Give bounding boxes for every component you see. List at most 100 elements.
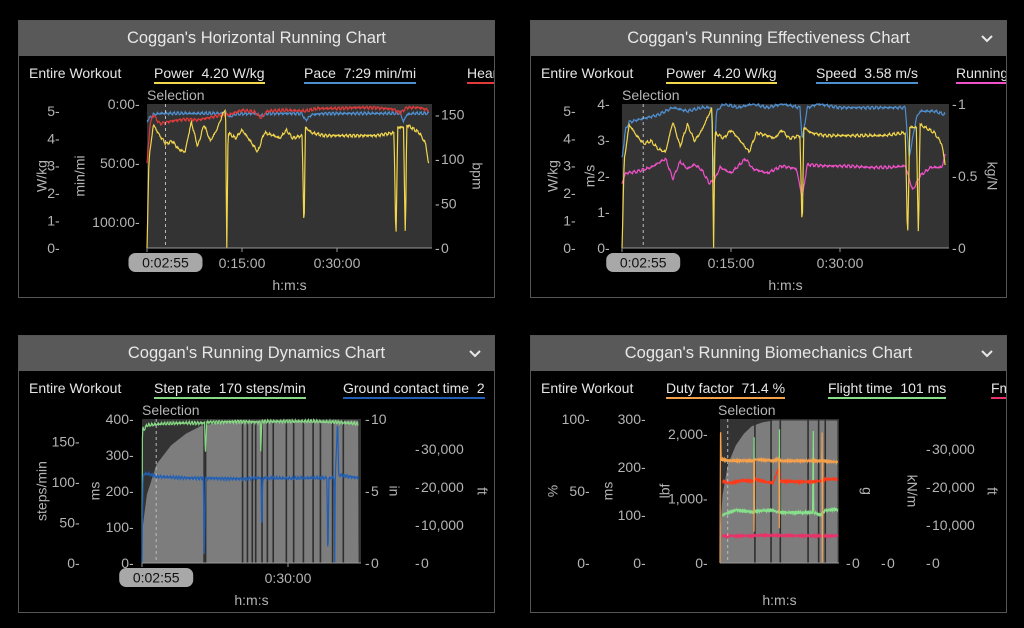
y-tick-label: 300	[618, 411, 642, 427]
chart-title: Coggan's Running Effectiveness Chart	[627, 29, 910, 47]
y-axis-title: kg/N	[984, 162, 1000, 191]
chart-svg: 0 -1 -2 -3 -4 -5 -W/kg0 -1 -2 -3 -4 -m/s- 0- 0.5- 1kg/…	[545, 87, 1001, 293]
y-tick-label: 1	[958, 96, 966, 112]
tick-mark: -	[641, 555, 646, 571]
legend-item[interactable]: Pace 7:29 min/mi	[304, 65, 417, 84]
y-tick-label: 0	[563, 240, 571, 256]
legend-item[interactable]: Running Effectiveness	[956, 65, 1006, 84]
y-tick-label: 0	[421, 555, 429, 571]
tick-mark: -	[703, 555, 708, 571]
chart-header: Coggan's Running Effectiveness Chart	[531, 21, 1006, 56]
pause-band	[342, 419, 345, 563]
legend-item[interactable]: Flight time 101 ms	[828, 380, 947, 399]
selection-label: Selection	[718, 402, 776, 418]
y-axis-title: in	[386, 486, 402, 497]
cursor-time-label: 0:02:55	[142, 255, 189, 271]
range-selector[interactable]: Entire Workout	[29, 65, 121, 84]
y-tick-label: 200	[106, 483, 130, 499]
y-tick-label: 50	[59, 515, 75, 531]
x-tick-label: 0:15:00	[219, 255, 266, 271]
y-axis-title: ft	[984, 487, 1000, 495]
y-tick-label: 50	[441, 196, 457, 212]
chart-svg: 0 -1 -2 -3 -4 -5 -W/kg0:00 -50:00 -100:00 -min/mi…	[34, 87, 486, 293]
y-tick-label: 10,000	[932, 517, 975, 533]
tick-mark: -	[585, 483, 590, 499]
tick-mark: -	[129, 447, 134, 463]
y-tick-label: 1	[47, 213, 55, 229]
chevron-down-icon[interactable]	[978, 336, 996, 371]
pause-band	[302, 419, 305, 563]
x-tick-label: 0:30:00	[265, 570, 312, 586]
y-axis-title: g	[859, 487, 875, 495]
x-tick-label: 0:15:00	[708, 255, 755, 271]
x-axis-title: h:m:s	[762, 592, 796, 608]
y-tick-label: 0	[47, 240, 55, 256]
tick-mark: -	[415, 555, 420, 571]
legend: Entire Workout Power 4.20 W/kg Pace 7:29 m…	[19, 65, 494, 87]
pause-band	[331, 419, 334, 563]
legend-item[interactable]: Speed 3.58 m/s	[816, 65, 918, 84]
x-tick-label: 0:30:00	[817, 255, 864, 271]
pause-band	[312, 419, 314, 563]
pause-band	[319, 419, 322, 563]
tick-mark: -	[703, 491, 708, 507]
y-tick-label: 5	[371, 483, 379, 499]
y-tick-label: 20,000	[932, 479, 975, 495]
range-selector[interactable]: Entire Workout	[29, 380, 121, 399]
tick-mark: -	[75, 515, 80, 531]
selection-label: Selection	[622, 87, 680, 103]
chart-title: Coggan's Horizontal Running Chart	[126, 29, 387, 47]
y-tick-label: 0	[597, 240, 605, 256]
legend-item[interactable]: Heart Rate	[467, 65, 494, 84]
y-tick-label: 3	[597, 132, 605, 148]
plot-area[interactable]	[147, 104, 432, 248]
legend-item[interactable]: Duty factor 71.4 %	[666, 380, 786, 399]
tick-mark: -	[571, 103, 576, 119]
y-axis-title: kN/m	[904, 475, 920, 508]
y-tick-label: 100:00	[92, 214, 135, 230]
y-tick-label: 150	[52, 434, 76, 450]
x-axis-title: h:m:s	[234, 592, 268, 608]
y-tick-label: 5	[563, 103, 571, 119]
tick-mark: -	[585, 555, 590, 571]
legend-item[interactable]: Step rate 170 steps/min	[154, 380, 306, 399]
chart-panel: 0-50-100-150- steps/min 0-100-200-300-400-…	[18, 335, 495, 613]
y-tick-label: 2	[597, 168, 605, 184]
tick-mark: -	[926, 517, 931, 533]
tick-mark: -	[926, 479, 931, 495]
legend-item[interactable]: Fm	[991, 380, 1006, 399]
tick-mark: -	[435, 240, 440, 256]
tick-mark: -	[571, 213, 576, 229]
y-axis-title: ms	[87, 482, 103, 501]
y-tick-label: 100	[562, 411, 586, 427]
y-tick-label: 10,000	[421, 517, 464, 533]
y-axis-title: steps/min	[34, 461, 50, 521]
y-tick-label: 50:00	[100, 155, 135, 171]
y-tick-label: 0	[577, 555, 585, 571]
chevron-down-icon[interactable]	[978, 21, 996, 56]
range-selector[interactable]: Entire Workout	[541, 380, 633, 399]
tick-mark: -	[75, 434, 80, 450]
tick-mark: -	[365, 555, 370, 571]
legend-item[interactable]: Power 4.20 W/kg	[666, 65, 777, 84]
tick-mark: -	[55, 130, 60, 146]
range-selector[interactable]: Entire Workout	[541, 65, 633, 84]
selection-label: Selection	[147, 87, 205, 103]
plot-area[interactable]	[622, 104, 949, 248]
pause-band	[770, 419, 772, 563]
tick-mark: -	[55, 103, 60, 119]
y-tick-label: 4	[47, 130, 55, 146]
y-tick-label: 0	[371, 555, 379, 571]
tick-mark: -	[571, 240, 576, 256]
tick-mark: -	[415, 441, 420, 457]
tick-mark: -	[365, 483, 370, 499]
y-tick-label: 4	[563, 130, 571, 146]
legend-item[interactable]: Ground contact time 2	[343, 380, 485, 399]
legend-item[interactable]: Power 4.20 W/kg	[154, 65, 265, 84]
tick-mark: -	[55, 158, 60, 174]
chevron-down-icon[interactable]	[466, 336, 484, 371]
y-tick-label: 50	[569, 483, 585, 499]
tick-mark: -	[926, 555, 931, 571]
pause-band	[241, 419, 244, 563]
chart-panel: 0-50-100-% 0-100-200-300- ms 0-1,000-2,000-…	[530, 335, 1007, 613]
